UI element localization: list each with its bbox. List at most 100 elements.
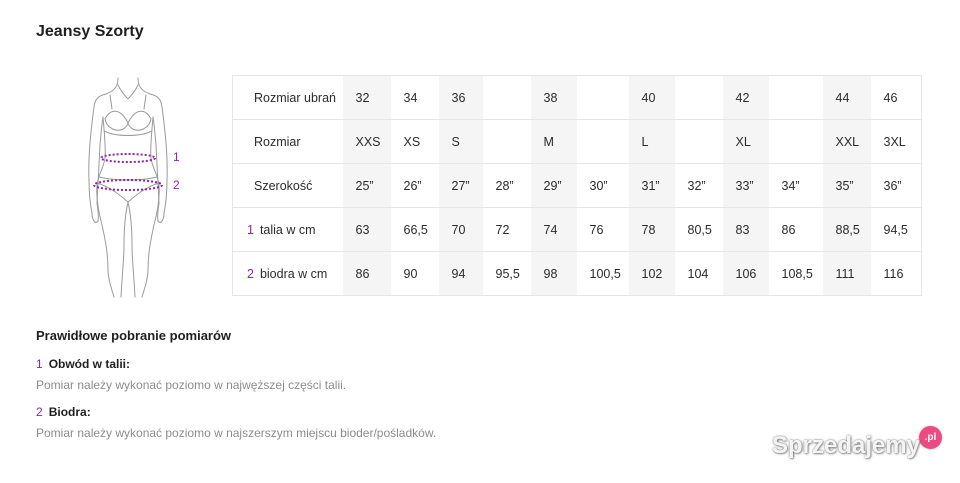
row-label-text: Szerokość: [254, 178, 313, 193]
bra-band: [103, 130, 153, 136]
instruction-text-hips: Pomiar należy wykonać poziomo w najszers…: [36, 426, 437, 440]
size-cell: 111: [822, 251, 871, 296]
bra-cup-right: [127, 110, 152, 131]
size-cell: M: [530, 119, 577, 164]
size-cell: 30”: [576, 163, 629, 208]
size-cell: 94: [438, 251, 483, 296]
inner-leg-left: [120, 201, 129, 298]
size-cell: 25”: [342, 163, 391, 208]
size-cell: 35”: [822, 163, 871, 208]
waist-measure-line: [100, 153, 156, 163]
row-label: Rozmiar: [232, 119, 343, 164]
row-label-text: biodra w cm: [259, 266, 328, 281]
size-cell: 104: [674, 251, 723, 296]
size-cell: 72: [482, 207, 531, 252]
size-cell: S: [438, 119, 483, 164]
size-cell: 63: [342, 207, 391, 252]
row-label: 1 talia w cm: [232, 207, 343, 252]
row-size: Rozmiar XXS XS S M L XL XXL 3XL: [232, 119, 922, 164]
size-cell: 98: [530, 251, 577, 296]
size-cell: XS: [390, 119, 439, 164]
size-cell: 27”: [438, 163, 483, 208]
size-cell: [674, 119, 723, 164]
size-cell: 88,5: [822, 207, 871, 252]
size-cell: 36: [438, 75, 483, 120]
size-cell: 31”: [628, 163, 675, 208]
instruction-title-text: Biodra:: [48, 405, 91, 419]
size-cell: 70: [438, 207, 483, 252]
collarbone: [117, 84, 139, 100]
size-cell: [576, 119, 629, 164]
instruction-title-hips: 2 Biodra:: [36, 405, 91, 420]
bra-strap-right: [143, 94, 147, 110]
measure-marker: 1: [247, 222, 254, 237]
bra-outline: [103, 94, 153, 136]
size-cell: [576, 75, 629, 120]
instruction-marker: 1: [36, 357, 43, 371]
torso-leg-right: [141, 116, 160, 298]
size-cell: 33”: [722, 163, 769, 208]
size-cell: 116: [870, 251, 922, 296]
row-clothing-size: Rozmiar ubrań 32 34 36 38 40 42 44 46: [232, 75, 922, 120]
row-label: Szerokość: [232, 163, 343, 208]
instructions-heading: Prawidłowe pobranie pomiarów: [36, 328, 232, 343]
size-cell: 40: [628, 75, 675, 120]
size-cell: 90: [390, 251, 439, 296]
torso-leg-left: [96, 116, 115, 298]
size-cell: 106: [722, 251, 769, 296]
size-cell: 34: [390, 75, 439, 120]
size-cell: 66,5: [390, 207, 439, 252]
size-cell: 38: [530, 75, 577, 120]
size-cell: 94,5: [870, 207, 922, 252]
size-cell: 78: [628, 207, 675, 252]
instruction-marker: 2: [36, 405, 43, 419]
size-cell: 44: [822, 75, 871, 120]
body-outline: [88, 77, 168, 298]
size-cell: [768, 119, 823, 164]
size-cell: [768, 75, 823, 120]
size-cell: 76: [576, 207, 629, 252]
size-cell: 3XL: [870, 119, 922, 164]
inner-leg-right: [127, 201, 136, 298]
size-cell: 100,5: [576, 251, 629, 296]
underwear-leg-right: [127, 182, 160, 203]
size-cell: [482, 75, 531, 120]
watermark-logo-text: Sprzedajemy: [772, 432, 921, 459]
size-cell: XL: [722, 119, 769, 164]
page-title: Jeansy Szorty: [36, 23, 144, 40]
row-waist: 1 talia w cm 63 66,5 70 72 74 76 78 80,5 …: [232, 207, 922, 252]
size-cell: 36”: [870, 163, 922, 208]
hips-measure-line: [93, 179, 163, 191]
size-cell: 28”: [482, 163, 531, 208]
size-cell: 42: [722, 75, 769, 120]
size-cell: 32”: [674, 163, 723, 208]
instruction-title-waist: 1 Obwód w talii:: [36, 357, 130, 372]
row-hips: 2 biodra w cm 86 90 94 95,5 98 100,5 102 …: [232, 251, 922, 296]
row-label-text: Rozmiar: [254, 134, 301, 149]
size-cell: 46: [870, 75, 922, 120]
size-cell: [482, 119, 531, 164]
size-chart-table: Rozmiar ubrań 32 34 36 38 40 42 44 46 Ro…: [232, 75, 922, 296]
row-label: 2 biodra w cm: [232, 251, 343, 296]
row-label-text: Rozmiar ubrań: [254, 90, 336, 105]
size-cell: 108,5: [768, 251, 823, 296]
underwear-leg-left: [96, 182, 129, 203]
bra-cup-left: [104, 110, 129, 131]
row-width: Szerokość 25” 26” 27” 28” 29” 30” 31” 32…: [232, 163, 922, 208]
size-cell: 83: [722, 207, 769, 252]
size-cell: 80,5: [674, 207, 723, 252]
size-cell: [674, 75, 723, 120]
measure-marker: 2: [247, 266, 254, 281]
instruction-text-waist: Pomiar należy wykonać poziomo w najwęższ…: [36, 378, 347, 392]
size-cell: 102: [628, 251, 675, 296]
size-cell: L: [628, 119, 675, 164]
row-label-text: talia w cm: [259, 222, 316, 237]
size-cell: 86: [768, 207, 823, 252]
arm-left: [88, 106, 104, 224]
size-cell: 95,5: [482, 251, 531, 296]
size-cell: XXS: [342, 119, 391, 164]
instruction-title-text: Obwód w talii:: [48, 357, 131, 371]
neck-shoulder-right: [137, 77, 163, 108]
bra-strap-left: [109, 94, 113, 110]
neck-shoulder-left: [93, 77, 119, 108]
